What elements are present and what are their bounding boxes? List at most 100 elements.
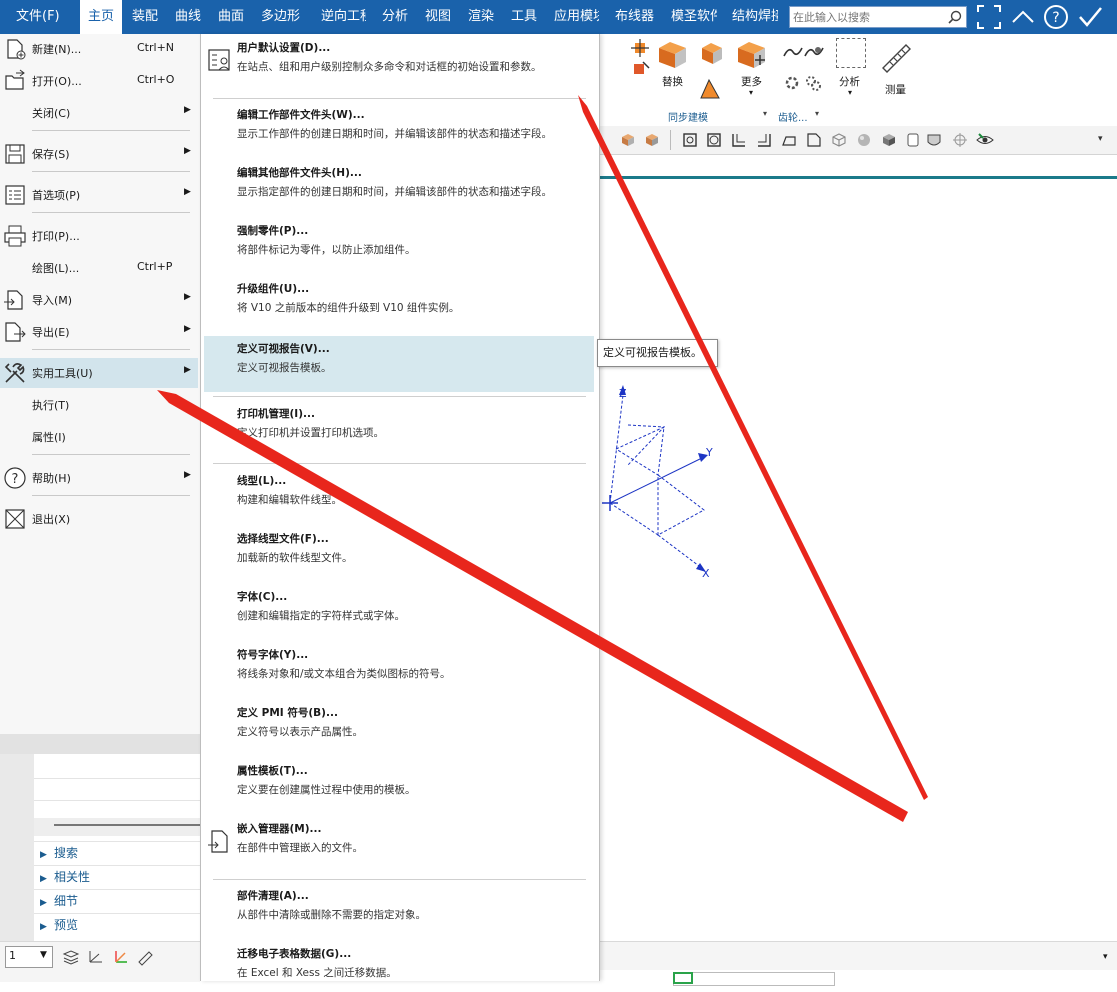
offset-face-icon[interactable] bbox=[699, 40, 725, 66]
section-view-icon[interactable] bbox=[926, 132, 942, 148]
submenu-user-defaults[interactable]: 用户默认设置(D)... 在站点、组和用户级别控制众多命令和对话框的初始设置和参… bbox=[204, 34, 594, 86]
gear-group-expand[interactable]: ▾ bbox=[815, 109, 819, 118]
menu-curve[interactable]: 曲线 bbox=[175, 0, 205, 34]
measure-icon[interactable] bbox=[880, 42, 912, 74]
menu-polygon[interactable]: 多边形 bbox=[261, 0, 305, 34]
right-view-icon[interactable] bbox=[731, 132, 747, 148]
menu-utilities[interactable]: 实用工具(U) ▶ bbox=[0, 358, 198, 388]
menu-mosheng[interactable]: 模圣软件 bbox=[671, 0, 717, 34]
menu-apps[interactable]: 应用模块 bbox=[554, 0, 599, 34]
resize-face-icon[interactable] bbox=[697, 76, 723, 102]
layers-icon[interactable] bbox=[62, 948, 80, 966]
menu-preferences[interactable]: 首选项(P) ▶ bbox=[0, 180, 198, 210]
left-view-icon[interactable] bbox=[756, 132, 772, 148]
csys-icon[interactable] bbox=[112, 948, 130, 966]
submenu-embed-manager[interactable]: 嵌入管理器(M)... 在部件中管理嵌入的文件。 bbox=[204, 815, 594, 867]
menu-execute[interactable]: 执行(T) bbox=[0, 390, 198, 420]
menu-router[interactable]: 布线器 bbox=[615, 0, 659, 34]
section-preview[interactable]: ▶ 预览 bbox=[34, 913, 200, 937]
menu-exit[interactable]: 退出(X) bbox=[0, 504, 198, 534]
analysis-icon[interactable] bbox=[836, 38, 866, 68]
sphere-icon[interactable] bbox=[856, 132, 872, 148]
gear-pair-icon[interactable] bbox=[804, 74, 822, 92]
more-icon[interactable] bbox=[735, 38, 769, 72]
search-input[interactable] bbox=[793, 8, 943, 26]
submenu-font[interactable]: 字体(C)... 创建和编辑指定的字符样式或字体。 bbox=[204, 583, 594, 635]
layer-select[interactable]: 1 ▼ bbox=[5, 946, 53, 968]
menu-weld[interactable]: 结构焊接 bbox=[732, 0, 778, 34]
top-view-icon[interactable] bbox=[706, 132, 722, 148]
scrollbar-thumb[interactable] bbox=[54, 824, 200, 826]
menu-assembly[interactable]: 装配 bbox=[132, 0, 162, 34]
section-details[interactable]: ▶ 细节 bbox=[34, 889, 200, 913]
gear-curve-icon[interactable] bbox=[804, 44, 824, 60]
shaded-icon[interactable] bbox=[644, 132, 660, 148]
submenu-attribute-templates[interactable]: 属性模板(T)... 定义要在创建属性过程中使用的模板。 bbox=[204, 757, 594, 809]
fullscreen-icon[interactable] bbox=[974, 2, 1004, 32]
isometric-view-icon[interactable] bbox=[831, 132, 847, 148]
submenu-force-piece-part[interactable]: 强制零件(P)... 将部件标记为零件，以防止添加组件。 bbox=[204, 217, 594, 269]
search-icon[interactable] bbox=[948, 10, 962, 24]
section-dependencies[interactable]: ▶ 相关性 bbox=[34, 865, 200, 889]
section-search[interactable]: ▶ 搜索 bbox=[34, 841, 200, 865]
submenu-define-pmi-symbol[interactable]: 定义 PMI 符号(B)... 定义符号以表示产品属性。 bbox=[204, 699, 594, 751]
submenu-part-cleanup[interactable]: 部件清理(A)... 从部件中清除或删除不需要的指定对象。 bbox=[204, 882, 594, 934]
menu-home[interactable]: 主页 bbox=[80, 0, 122, 34]
shaded-edges-icon[interactable] bbox=[620, 132, 636, 148]
help-icon[interactable]: ? bbox=[1041, 2, 1071, 32]
submenu-line-font[interactable]: 线型(L)... 构建和编辑软件线型。 bbox=[204, 467, 594, 519]
snap-point-icon[interactable] bbox=[952, 132, 968, 148]
datum-csys[interactable]: Z Y X bbox=[598, 179, 1117, 941]
submenu-edit-other-part-header[interactable]: 编辑其他部件文件头(H)... 显示指定部件的创建日期和时间，并编辑该部件的状态… bbox=[204, 159, 594, 211]
menu-reverse[interactable]: 逆向工程 bbox=[321, 0, 366, 34]
gear-icon[interactable] bbox=[783, 74, 801, 92]
menu-view[interactable]: 视图 bbox=[425, 0, 455, 34]
show-hide-icon[interactable] bbox=[976, 132, 994, 148]
menu-new[interactable]: 新建(N)... Ctrl+N bbox=[0, 34, 198, 64]
submenu-migrate-spreadsheet[interactable]: 迁移电子表格数据(G)... 在 Excel 和 Xess 之间迁移数据。 bbox=[204, 940, 594, 992]
menu-help[interactable]: ? 帮助(H) ▶ bbox=[0, 463, 198, 493]
collapse-ribbon-icon[interactable] bbox=[1008, 2, 1038, 32]
submenu-upgrade-components[interactable]: 升级组件(U)... 将 V10 之前版本的组件升级到 V10 组件实例。 bbox=[204, 275, 594, 327]
menu-export[interactable]: 导出(E) ▶ bbox=[0, 317, 198, 347]
menu-print[interactable]: 打印(P)... bbox=[0, 221, 198, 251]
search-box[interactable] bbox=[789, 6, 967, 28]
analysis-dropdown-arrow[interactable]: ▾ bbox=[848, 88, 852, 97]
submenu-symbol-font[interactable]: 符号字体(Y)... 将线条对象和/或文本组合为类似图标的符号。 bbox=[204, 641, 594, 693]
solid-block-icon[interactable] bbox=[881, 132, 897, 148]
ruler-icon[interactable] bbox=[137, 948, 155, 966]
replace-icon[interactable] bbox=[656, 38, 690, 72]
more-dropdown-arrow[interactable]: ▾ bbox=[749, 88, 753, 97]
wcs-icon[interactable] bbox=[87, 948, 105, 966]
menu-render[interactable]: 渲染 bbox=[468, 0, 498, 34]
submenu-edit-work-part-header[interactable]: 编辑工作部件文件头(W)... 显示工作部件的创建日期和时间，并编辑该部件的状态… bbox=[204, 101, 594, 153]
menu-properties[interactable]: 属性(I) bbox=[0, 422, 198, 452]
gear-line-icon[interactable] bbox=[783, 44, 803, 60]
check-icon[interactable] bbox=[1075, 2, 1105, 32]
front-view-icon[interactable] bbox=[682, 132, 698, 148]
toolbar-overflow-arrow[interactable]: ▾ bbox=[1098, 134, 1103, 144]
menu-open[interactable]: 打开(O)... Ctrl+O bbox=[0, 66, 198, 96]
sync-group-expand[interactable]: ▾ bbox=[763, 109, 767, 118]
menu-save[interactable]: 保存(S) ▶ bbox=[0, 139, 198, 169]
sync-move-icon[interactable] bbox=[631, 38, 651, 58]
table-scrollbar[interactable] bbox=[34, 818, 200, 836]
submenu-select-line-font-file[interactable]: 选择线型文件(F)... 加载新的软件线型文件。 bbox=[204, 525, 594, 577]
menu-exit-label: 退出(X) bbox=[32, 513, 71, 526]
submenu-define-visual-report[interactable]: 定义可视报告(V)... 定义可视报告模板。 bbox=[204, 336, 594, 392]
submenu-printer-admin[interactable]: 打印机管理(I)... 定义打印机并设置打印机选项。 bbox=[204, 400, 594, 452]
checkbox-icon[interactable] bbox=[905, 132, 921, 148]
menu-import[interactable]: 导入(M) ▶ bbox=[0, 285, 198, 315]
graphics-window[interactable]: Z Y X bbox=[598, 179, 1117, 941]
menu-analysis[interactable]: 分析 bbox=[382, 0, 412, 34]
menu-close[interactable]: 关闭(C) ▶ bbox=[0, 98, 198, 128]
menu-plot[interactable]: 绘图(L)... Ctrl+P bbox=[0, 253, 198, 283]
back-view-icon[interactable] bbox=[806, 132, 822, 148]
submenu-arrow-icon: ▶ bbox=[184, 105, 191, 115]
bottom-view-icon[interactable] bbox=[781, 132, 797, 148]
menu-surface[interactable]: 曲面 bbox=[218, 0, 248, 34]
scroll-arrow[interactable]: ▾ bbox=[1103, 952, 1108, 962]
menu-file[interactable]: 文件(F) bbox=[8, 0, 66, 34]
sync-pull-icon[interactable] bbox=[631, 58, 651, 78]
menu-tools[interactable]: 工具 bbox=[511, 0, 541, 34]
